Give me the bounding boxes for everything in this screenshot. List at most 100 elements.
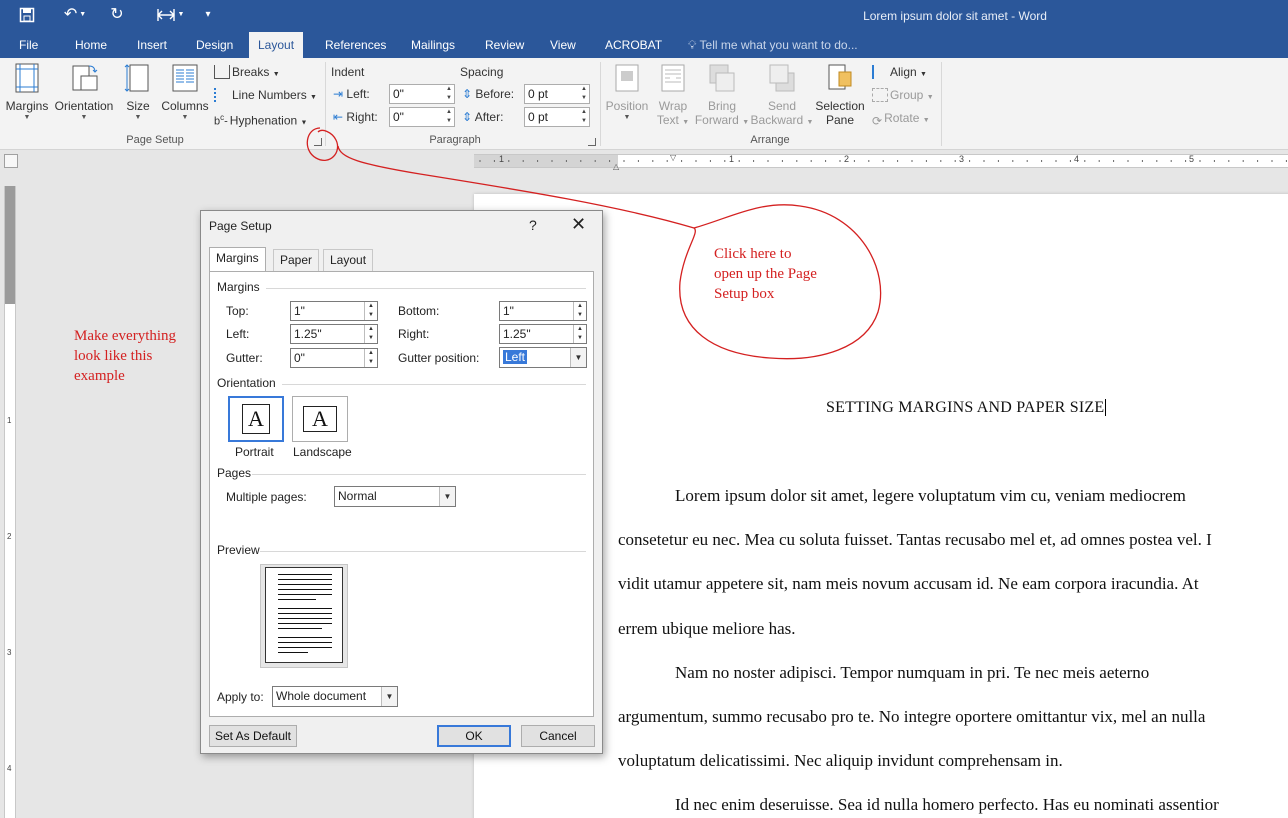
selection-pane-icon xyxy=(828,64,852,90)
margins-button[interactable]: Margins ▼ xyxy=(4,62,50,122)
save-icon[interactable] xyxy=(16,4,38,26)
document-heading[interactable]: SETTING MARGINS AND PAPER SIZE xyxy=(826,399,1107,417)
tab-view[interactable]: View xyxy=(541,32,585,58)
tab-margins[interactable]: Margins xyxy=(209,247,266,272)
bring-forward-button[interactable]: Bring Forward ▼ xyxy=(694,62,750,130)
spacing-label: Spacing xyxy=(460,65,504,79)
breaks-button[interactable]: Breaks ▼ xyxy=(214,62,280,82)
portrait-option[interactable]: A xyxy=(228,396,284,442)
ruler-number: 1 xyxy=(7,416,12,425)
first-line-indent-marker-icon[interactable]: ▽ xyxy=(670,153,676,162)
spin-arrows-icon: ▲ ▼ xyxy=(573,302,586,320)
margins-section-label: Margins xyxy=(217,280,260,294)
wrap-text-button[interactable]: Wrap Text ▼ xyxy=(652,62,694,130)
orientation-button[interactable]: Orientation ▼ xyxy=(52,62,116,122)
send-backward-button[interactable]: Send Backward ▼ xyxy=(750,62,814,130)
group-button[interactable]: Group ▼ xyxy=(872,85,934,105)
chevron-down-icon: ▼ xyxy=(439,487,455,506)
vertical-ruler[interactable]: 1 2 3 4 xyxy=(4,186,16,818)
gutter-position-select[interactable]: Left ▼ xyxy=(499,347,587,368)
tab-design[interactable]: Design xyxy=(187,32,242,58)
document-line[interactable]: Nam no noster adipisci. Tempor numquam i… xyxy=(675,663,1149,683)
gutter-position-label: Gutter position: xyxy=(398,351,480,365)
tab-insert[interactable]: Insert xyxy=(128,32,176,58)
cancel-button[interactable]: Cancel xyxy=(521,725,595,747)
undo-icon[interactable]: ↶ ▼ xyxy=(58,4,92,26)
document-line[interactable]: vidit utamur appetere sit, nam meis novu… xyxy=(618,574,1199,594)
separator xyxy=(252,474,586,475)
ribbon: Margins ▼ Orientation ▼ Size ▼ Columns ▼ Bre… xyxy=(0,58,1288,150)
indent-left-icon: ⇥ xyxy=(333,87,344,101)
tab-references[interactable]: References xyxy=(316,32,395,58)
tab-mailings[interactable]: Mailings xyxy=(402,32,464,58)
paragraph-group-label: Paragraph xyxy=(429,134,481,146)
tab-paper[interactable]: Paper xyxy=(273,249,320,271)
spacing-before-icon: ⇕ xyxy=(462,87,473,101)
columns-button[interactable]: Columns ▼ xyxy=(160,62,210,122)
document-line[interactable]: consetetur eu nec. Mea cu soluta fuisset… xyxy=(618,530,1212,550)
selection-pane-button[interactable]: Selection Pane xyxy=(814,62,866,127)
align-button[interactable]: Align ▼ xyxy=(872,62,927,82)
tab-home[interactable]: Home xyxy=(66,32,116,58)
close-icon[interactable]: ✕ xyxy=(571,214,586,235)
ruler-top-margin xyxy=(5,186,15,304)
position-icon xyxy=(615,64,639,92)
bring-forward-icon xyxy=(709,64,735,92)
indent-right-input[interactable]: 0" ▲ ▼ xyxy=(389,107,455,127)
paragraph-launcher-icon[interactable] xyxy=(588,138,596,146)
right-margin-input[interactable]: 1.25" ▲ ▼ xyxy=(499,324,587,344)
tell-me-box[interactable]: 💡︎ Tell me what you want to do... xyxy=(688,32,858,58)
top-label: Top: xyxy=(226,304,249,318)
apply-to-select[interactable]: Whole document ▼ xyxy=(272,686,398,707)
horizontal-ruler[interactable]: 1 1 2 3 4 5 ▽ △ xyxy=(474,153,1288,171)
left-margin-input[interactable]: 1.25" ▲ ▼ xyxy=(290,324,378,344)
ruler-number: 3 xyxy=(959,154,965,164)
orientation-section-label: Orientation xyxy=(217,376,276,390)
portrait-icon: A xyxy=(242,404,270,434)
tab-layout[interactable]: Layout xyxy=(323,249,374,271)
landscape-option[interactable]: A xyxy=(292,396,348,442)
document-line[interactable]: voluptatum delicatissimi. Nec aliquip in… xyxy=(618,751,1063,771)
orientation-icon xyxy=(72,65,98,91)
customize-qat-icon[interactable]: ▾ xyxy=(200,4,216,26)
document-line[interactable]: Lorem ipsum dolor sit amet, legere volup… xyxy=(675,486,1186,506)
spacing-before-input[interactable]: 0 pt ▲ ▼ xyxy=(524,84,590,104)
document-line[interactable]: argumentum, summo recusabo pro te. No in… xyxy=(618,707,1205,727)
document-line[interactable]: errem ubique meliore has. xyxy=(618,619,796,639)
ruler-number: 1 xyxy=(499,154,505,164)
line-numbers-button[interactable]: Line Numbers ▼ xyxy=(214,85,317,105)
separator xyxy=(600,62,601,146)
multiple-pages-select[interactable]: Normal ▼ xyxy=(334,486,456,507)
right-label: Right: xyxy=(398,327,430,341)
landscape-icon: A xyxy=(303,406,337,432)
indent-left-input[interactable]: 0" ▲ ▼ xyxy=(389,84,455,104)
tab-review[interactable]: Review xyxy=(476,32,533,58)
gutter-input[interactable]: 0" ▲ ▼ xyxy=(290,348,378,368)
help-icon[interactable]: ? xyxy=(529,217,537,233)
size-icon xyxy=(124,64,149,92)
ok-button[interactable]: OK xyxy=(437,725,511,747)
bottom-margin-input[interactable]: 1" ▲ ▼ xyxy=(499,301,587,321)
gutter-label: Gutter: xyxy=(226,351,263,365)
spacing-after-input[interactable]: 0 pt ▲ ▼ xyxy=(524,107,590,127)
table-layout-icon[interactable]: ▼ xyxy=(152,4,188,26)
position-button[interactable]: Position ▼ xyxy=(604,62,650,122)
document-line[interactable]: Id nec enim deseruisse. Sea id nulla hom… xyxy=(675,795,1219,815)
tab-selector[interactable] xyxy=(4,154,18,168)
page-setup-launcher-icon[interactable] xyxy=(314,138,322,146)
set-as-default-button[interactable]: Set As Default xyxy=(209,725,297,747)
wrap-text-icon xyxy=(661,64,685,92)
hanging-indent-marker-icon[interactable]: △ xyxy=(613,162,619,171)
redo-icon[interactable]: ↻ xyxy=(106,4,128,26)
rotate-button[interactable]: ⟳ Rotate ▼ xyxy=(872,108,930,128)
preview-section-label: Preview xyxy=(217,543,260,557)
tab-acrobat[interactable]: ACROBAT xyxy=(596,32,671,58)
tab-layout[interactable]: Layout xyxy=(249,32,304,58)
size-button[interactable]: Size ▼ xyxy=(122,62,154,122)
dialog-title: Page Setup xyxy=(209,219,272,233)
separator xyxy=(266,288,586,289)
top-margin-input[interactable]: 1" ▲ ▼ xyxy=(290,301,378,321)
tab-file[interactable]: File xyxy=(10,32,47,58)
hyphenation-button[interactable]: bc- Hyphenation ▼ xyxy=(214,108,307,128)
columns-icon xyxy=(172,64,198,92)
